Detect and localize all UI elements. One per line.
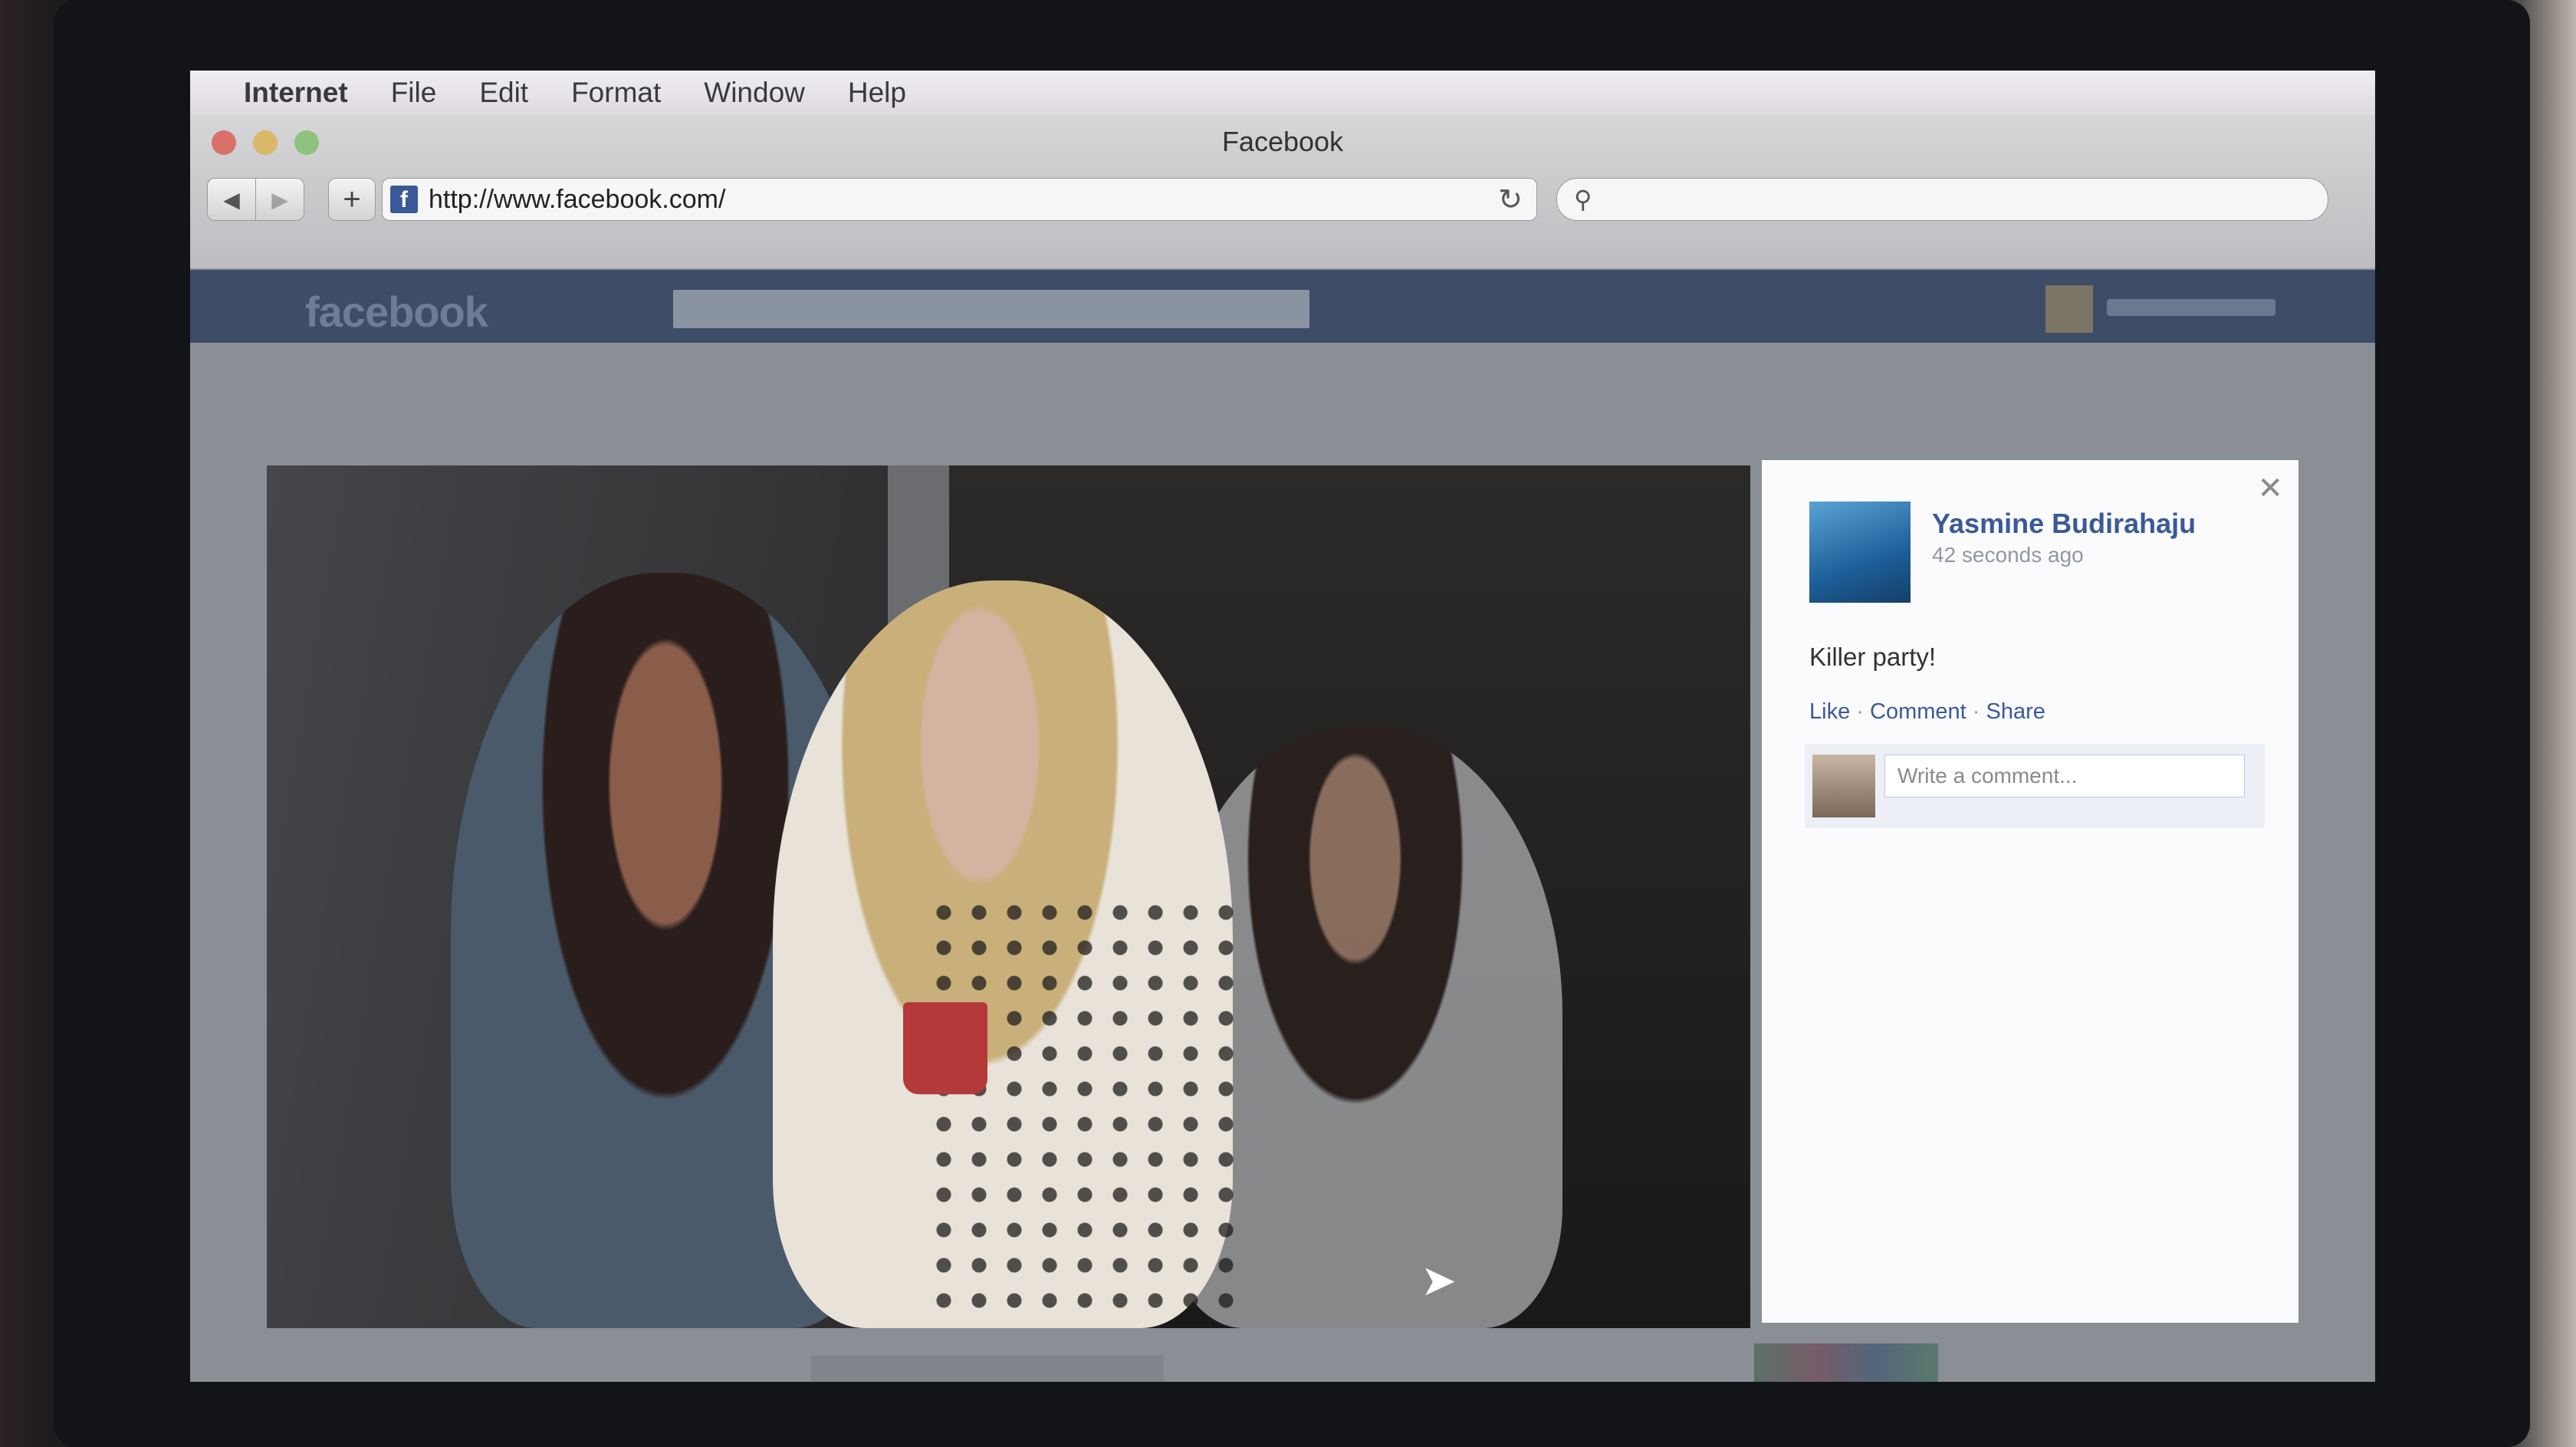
search-field[interactable]: ⚲ <box>1556 178 2328 221</box>
facebook-favicon-icon: f <box>390 186 418 213</box>
menu-app-internet[interactable]: Internet <box>244 77 348 109</box>
address-bar[interactable]: f http://www.facebook.com/ ↻ <box>382 178 1537 221</box>
menu-help[interactable]: Help <box>848 77 906 109</box>
profile-avatar[interactable] <box>2045 285 2093 333</box>
reload-icon[interactable]: ↻ <box>1498 183 1523 217</box>
author-avatar[interactable] <box>1809 502 1911 603</box>
window-controls <box>212 130 319 155</box>
post-timestamp[interactable]: 42 seconds ago <box>1932 543 2084 567</box>
comment-box: Write a comment... <box>1805 744 2265 828</box>
menu-format[interactable]: Format <box>571 77 661 109</box>
profile-name[interactable] <box>2107 299 2275 316</box>
photo-red-cup <box>903 1002 987 1094</box>
menu-window[interactable]: Window <box>704 77 805 109</box>
facebook-page: facebook ➤ ✕ Yasmine Budirahaju 42 secon… <box>190 270 2375 1382</box>
plus-icon: + <box>343 182 361 216</box>
facebook-logo[interactable]: facebook <box>305 287 488 337</box>
dimmed-comment-row <box>811 1355 1164 1382</box>
facebook-top-bar: facebook <box>190 270 2375 343</box>
share-link[interactable]: Share <box>1986 699 2045 724</box>
navigation-buttons: ◀ ▶ <box>207 178 304 221</box>
screen: Internet File Edit Format Window Help Fa… <box>190 71 2375 1382</box>
search-icon[interactable]: ⚲ <box>1574 185 1592 214</box>
author-name[interactable]: Yasmine Budirahaju <box>1932 508 2196 540</box>
like-link[interactable]: Like <box>1809 699 1850 724</box>
back-arrow-icon: ◀ <box>223 187 240 212</box>
zoom-window-button[interactable] <box>294 130 319 155</box>
url-text[interactable]: http://www.facebook.com/ <box>429 185 1498 215</box>
menu-edit[interactable]: Edit <box>479 77 528 109</box>
close-icon[interactable]: ✕ <box>2257 471 2283 506</box>
facebook-search-input[interactable] <box>673 290 1309 328</box>
photo-caption: Killer party! <box>1809 643 1937 671</box>
comment-link[interactable]: Comment <box>1870 699 1967 724</box>
lightbox-photo[interactable]: ➤ <box>267 465 1750 1328</box>
back-button[interactable]: ◀ <box>207 178 256 221</box>
photo-side-panel: ✕ Yasmine Budirahaju 42 seconds ago Kill… <box>1762 460 2298 1323</box>
action-separator: · <box>1972 699 1980 724</box>
forward-arrow-icon: ▶ <box>271 187 288 212</box>
add-bookmark-button[interactable]: + <box>328 178 376 221</box>
menu-bar: Internet File Edit Format Window Help <box>190 71 2375 116</box>
action-separator: · <box>1856 699 1864 724</box>
post-actions: Like · Comment · Share <box>1809 699 2045 725</box>
menu-file[interactable]: File <box>391 77 437 109</box>
photo-polka-dot-shirt <box>926 895 1248 1328</box>
window-title: Facebook <box>1221 126 1344 157</box>
dimmed-ad-thumbnail <box>1754 1343 1938 1382</box>
browser-chrome: Facebook ◀ ▶ + f http://www.facebook.com… <box>190 115 2375 270</box>
mouse-cursor-icon: ➤ <box>1421 1256 1457 1304</box>
minimize-window-button[interactable] <box>253 130 278 155</box>
commenter-avatar <box>1812 755 1875 817</box>
forward-button[interactable]: ▶ <box>256 178 304 221</box>
comment-input[interactable]: Write a comment... <box>1884 755 2245 797</box>
close-window-button[interactable] <box>212 130 236 155</box>
